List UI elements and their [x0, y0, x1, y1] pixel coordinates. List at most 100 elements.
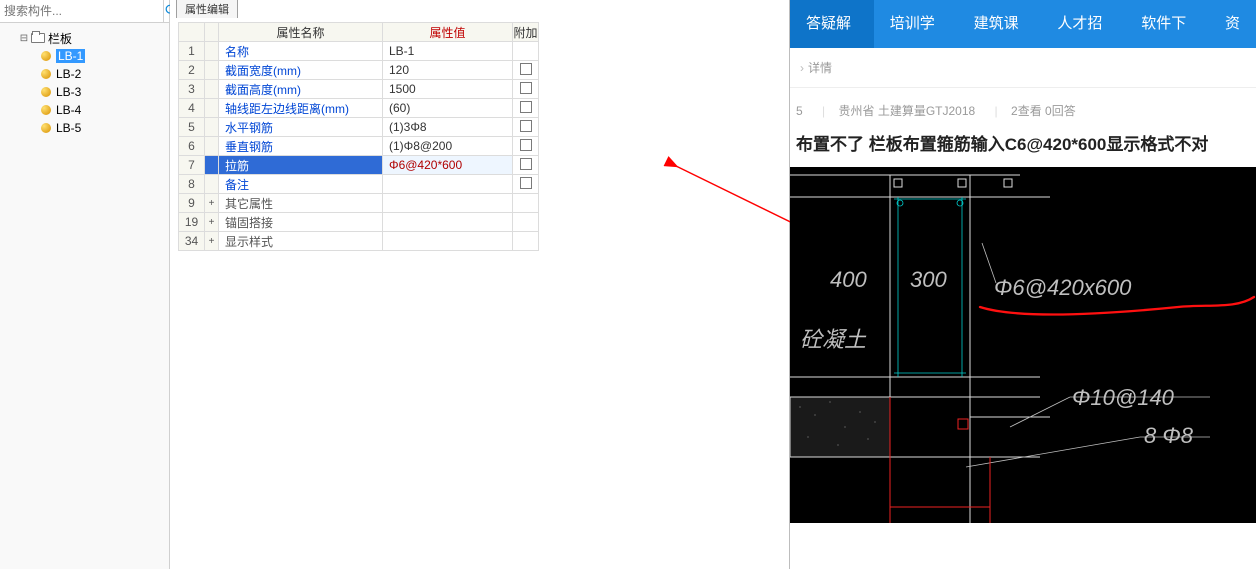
cad-label-1: Φ6@420x600 — [994, 275, 1132, 300]
expand-toggle — [205, 137, 219, 156]
extra-checkbox-cell — [513, 194, 539, 213]
property-row[interactable]: 19+锚固搭接 — [179, 213, 539, 232]
property-value[interactable]: Φ6@420*600 — [383, 156, 513, 175]
tree-node-root[interactable]: ⊟ 栏板 — [4, 29, 165, 47]
property-panel: 属性编辑 属性名称 属性值 附加 1名称LB-12截面宽度(mm)1203截面高… — [170, 0, 790, 569]
property-name: 其它属性 — [219, 194, 383, 213]
web-panel: 答疑解惑 培训学习 建筑课堂 人才招聘 软件下载 资 › 详情 5 | 贵州省 … — [790, 0, 1256, 569]
property-value[interactable]: LB-1 — [383, 42, 513, 61]
tree-node-item[interactable]: LB-5 — [4, 119, 165, 137]
row-number: 8 — [179, 175, 205, 194]
cad-concrete: 砼凝土 — [800, 327, 867, 352]
property-value[interactable]: (1)Φ8@200 — [383, 137, 513, 156]
property-name: 拉筋 — [219, 156, 383, 175]
row-number: 6 — [179, 137, 205, 156]
checkbox[interactable] — [520, 158, 532, 170]
row-number: 9 — [179, 194, 205, 213]
property-value[interactable]: 120 — [383, 61, 513, 80]
search-input[interactable] — [0, 0, 163, 22]
property-value[interactable]: (1)3Φ8 — [383, 118, 513, 137]
property-value[interactable]: 1500 — [383, 80, 513, 99]
row-number: 5 — [179, 118, 205, 137]
property-row[interactable]: 7 拉筋Φ6@420*600 — [179, 156, 539, 175]
row-number: 1 — [179, 42, 205, 61]
folder-icon — [30, 31, 46, 45]
nav-item[interactable]: 答疑解惑 — [790, 0, 874, 48]
expand-toggle — [205, 156, 219, 175]
checkbox[interactable] — [520, 177, 532, 189]
top-nav: 答疑解惑 培训学习 建筑课堂 人才招聘 软件下载 资 — [790, 0, 1256, 48]
expand-toggle — [205, 175, 219, 194]
meta-c: 2查看 0回答 — [1011, 104, 1076, 118]
property-value[interactable] — [383, 194, 513, 213]
tree-root-label: 栏板 — [48, 30, 72, 47]
property-row[interactable]: 2 截面宽度(mm)120 — [179, 61, 539, 80]
nav-item[interactable]: 建筑课堂 — [958, 0, 1042, 48]
expand-toggle — [205, 118, 219, 137]
collapse-icon[interactable]: ⊟ — [18, 33, 30, 44]
checkbox[interactable] — [520, 120, 532, 132]
checkbox[interactable] — [520, 82, 532, 94]
extra-checkbox-cell[interactable] — [513, 61, 539, 80]
cad-label-2: Φ10@140 — [1072, 385, 1175, 410]
expand-toggle[interactable]: + — [205, 194, 219, 213]
tree-item-label: LB-4 — [56, 103, 81, 117]
nav-item[interactable]: 资 — [1209, 0, 1256, 48]
tab-property-edit[interactable]: 属性编辑 — [176, 0, 238, 18]
property-row[interactable]: 34+显示样式 — [179, 232, 539, 251]
property-value[interactable] — [383, 213, 513, 232]
tree-item-label: LB-1 — [56, 49, 85, 63]
extra-checkbox-cell[interactable] — [513, 175, 539, 194]
checkbox[interactable] — [520, 101, 532, 113]
extra-checkbox-cell[interactable] — [513, 99, 539, 118]
row-number: 2 — [179, 61, 205, 80]
property-name: 轴线距左边线距离(mm) — [219, 99, 383, 118]
breadcrumb: › 详情 — [790, 48, 1256, 88]
component-icon — [38, 121, 54, 135]
expand-toggle — [205, 80, 219, 99]
row-number: 3 — [179, 80, 205, 99]
cad-dim-400: 400 — [830, 267, 867, 292]
divider: | — [995, 104, 998, 118]
expand-toggle[interactable]: + — [205, 213, 219, 232]
extra-checkbox-cell[interactable] — [513, 137, 539, 156]
extra-checkbox-cell[interactable] — [513, 118, 539, 137]
property-row[interactable]: 3 截面高度(mm)1500 — [179, 80, 539, 99]
tree-node-item[interactable]: LB-4 — [4, 101, 165, 119]
property-row[interactable]: 1名称LB-1 — [179, 42, 539, 61]
extra-checkbox-cell[interactable] — [513, 80, 539, 99]
cad-svg: 400 300 Φ6@420x600 砼凝土 Φ10@140 8 Φ8 — [790, 167, 1256, 523]
nav-item[interactable]: 人才招聘 — [1041, 0, 1125, 48]
component-tree-panel: ⊟ 栏板 LB-1 LB-2 LB-3 LB-4 LB-5 — [0, 0, 170, 569]
checkbox[interactable] — [520, 63, 532, 75]
checkbox[interactable] — [520, 139, 532, 151]
expand-toggle[interactable]: + — [205, 232, 219, 251]
row-number: 7 — [179, 156, 205, 175]
tree-node-item[interactable]: LB-2 — [4, 65, 165, 83]
col-value: 属性值 — [383, 23, 513, 42]
property-value[interactable]: (60) — [383, 99, 513, 118]
row-number: 34 — [179, 232, 205, 251]
property-value[interactable] — [383, 232, 513, 251]
nav-item[interactable]: 软件下载 — [1125, 0, 1209, 48]
property-name: 截面宽度(mm) — [219, 61, 383, 80]
property-value[interactable] — [383, 175, 513, 194]
property-row[interactable]: 5水平钢筋(1)3Φ8 — [179, 118, 539, 137]
nav-item[interactable]: 培训学习 — [874, 0, 958, 48]
component-icon — [38, 49, 54, 63]
property-name: 截面高度(mm) — [219, 80, 383, 99]
property-row[interactable]: 9+其它属性 — [179, 194, 539, 213]
component-icon — [38, 67, 54, 81]
cad-dim-300: 300 — [910, 267, 947, 292]
tree-node-item[interactable]: LB-3 — [4, 83, 165, 101]
property-name: 锚固搭接 — [219, 213, 383, 232]
property-row[interactable]: 6垂直钢筋(1)Φ8@200 — [179, 137, 539, 156]
property-row[interactable]: 8备注 — [179, 175, 539, 194]
expand-toggle — [205, 42, 219, 61]
col-rownum — [179, 23, 205, 42]
extra-checkbox-cell[interactable] — [513, 156, 539, 175]
extra-checkbox-cell — [513, 232, 539, 251]
tree-node-item[interactable]: LB-1 — [4, 47, 165, 65]
property-row[interactable]: 4轴线距左边线距离(mm)(60) — [179, 99, 539, 118]
expand-toggle — [205, 61, 219, 80]
